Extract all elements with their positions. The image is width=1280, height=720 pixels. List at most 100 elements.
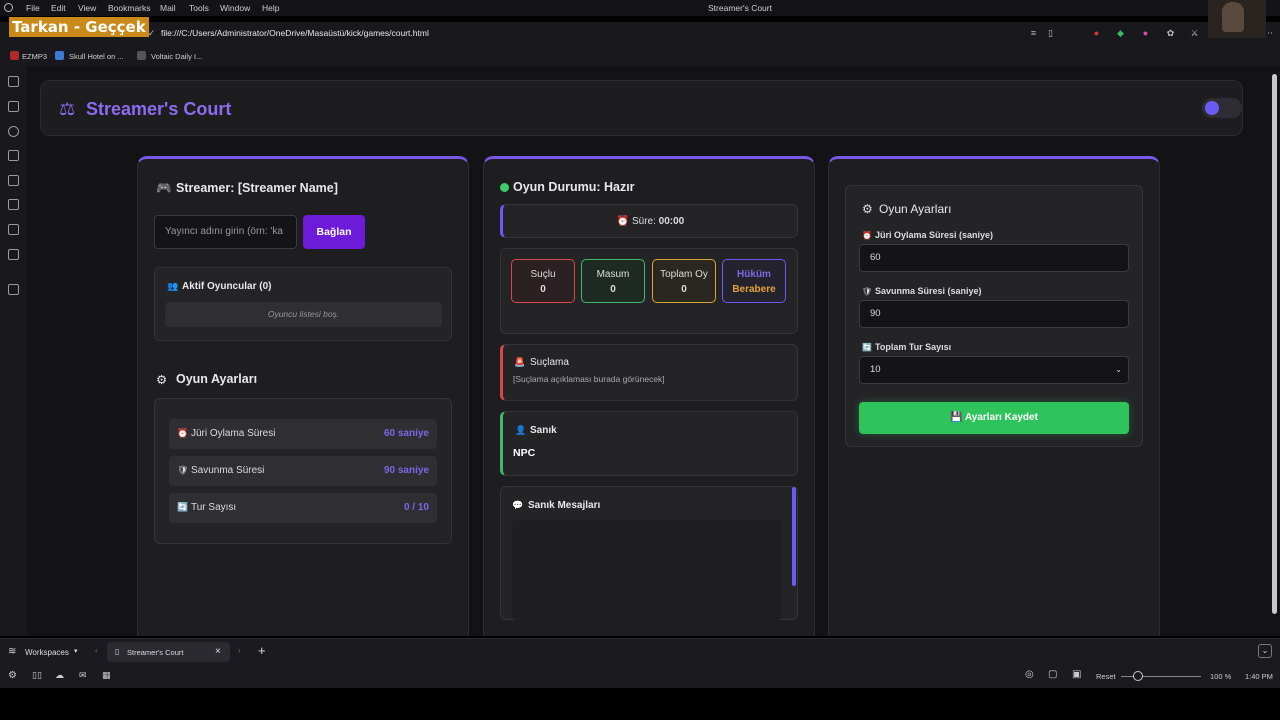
webcam-overlay <box>1208 0 1266 38</box>
menu-bar: File Edit View Bookmarks Mail Tools Wind… <box>0 0 1280 16</box>
tab-title: Streamer's Court <box>127 648 184 657</box>
user-icon: 👤 <box>515 425 527 435</box>
mail-icon[interactable] <box>8 249 19 260</box>
connect-button[interactable]: Bağlan <box>303 215 365 249</box>
translate-icon[interactable] <box>8 175 19 186</box>
rounds-label: Toplam Tur Sayısı <box>875 342 952 352</box>
chevron-down-icon[interactable]: ▾ <box>74 647 78 655</box>
extension-icon[interactable]: ● <box>1090 27 1103 40</box>
url-field[interactable]: file:///C:/Users/Administrator/OneDrive/… <box>161 28 429 38</box>
app-title: Streamer's Court <box>86 99 232 119</box>
cloud-icon[interactable]: ☁ <box>55 670 64 681</box>
stat-value: Berabere <box>732 284 776 295</box>
calendar-icon[interactable]: ▦ <box>102 670 111 681</box>
bookmark-skull-hotel[interactable]: Skull Hotel on ... <box>69 52 124 61</box>
extension-shield-icon[interactable]: ◆ <box>1114 27 1127 40</box>
tab-streamers-court[interactable]: ▯ Streamer's Court × <box>107 642 230 662</box>
save-settings-button[interactable]: 💾 Ayarları Kaydet <box>859 402 1129 434</box>
address-bar: ↻ ◌ ✓ file:///C:/Users/Administrator/One… <box>0 22 1280 46</box>
streamer-name-input[interactable]: Yayıncı adını girin (örn: 'ka <box>154 215 297 249</box>
bookmark-ezmp3[interactable]: EZMP3 <box>22 52 47 61</box>
panel-toggle-icon[interactable]: ▯▯ <box>32 670 42 681</box>
mail-icon[interactable]: ✉ <box>79 670 87 681</box>
setting-label: Jüri Oylama Süresi <box>191 428 276 439</box>
zoom-slider-handle[interactable] <box>1133 671 1143 681</box>
speech-bubble-icon: 💬 <box>512 500 524 510</box>
downloads-icon[interactable] <box>8 101 19 112</box>
shield-icon: 🛡 <box>862 287 873 296</box>
capture-icon[interactable]: ◎ <box>1025 669 1034 680</box>
rounds-select[interactable]: 10 ⌄ <box>859 356 1129 384</box>
tab-menu-icon[interactable]: ⌄ <box>1258 644 1272 658</box>
clock: 1:40 PM <box>1245 672 1273 681</box>
reader-icon[interactable]: ≡ <box>1027 27 1040 40</box>
chevron-left-icon[interactable]: ‹ <box>95 646 98 655</box>
stat-guilty: Suçlu 0 <box>511 259 575 303</box>
stat-value: 0 <box>610 284 616 295</box>
jury-time-input[interactable]: 60 <box>859 244 1129 272</box>
reading-list-icon[interactable] <box>8 199 19 210</box>
messages-scrollbar[interactable] <box>792 487 796 586</box>
app-header: ⚖ Streamer's Court <box>40 80 1243 136</box>
defense-time-input[interactable]: 90 <box>859 300 1129 328</box>
setting-value: 0 / 10 <box>403 502 429 513</box>
defendant-title: Sanık <box>530 425 557 436</box>
defendant-name: NPC <box>513 447 536 459</box>
shield-icon: 🛡 <box>177 465 189 475</box>
stat-label: Suçlu <box>530 269 556 280</box>
extension-icon-2[interactable]: ● <box>1139 27 1152 40</box>
accusation-text: [Suçlama açıklaması burada görünecek] <box>513 374 665 384</box>
settings-title: Oyun Ayarları <box>176 372 258 386</box>
extension-icon-4[interactable]: ⚔ <box>1188 27 1201 40</box>
repeat-icon: 🔄 <box>862 343 872 352</box>
toggle-knob <box>1205 101 1219 115</box>
bookmark-page-icon[interactable]: ▯ <box>1044 27 1057 40</box>
close-icon[interactable]: × <box>215 646 221 657</box>
game-status-title: Oyun Durumu: Hazır <box>513 180 635 194</box>
add-panel-icon[interactable] <box>8 284 19 295</box>
setting-value: 60 saniye <box>383 428 429 439</box>
settings-icon[interactable]: ⚙ <box>8 670 17 681</box>
gear-icon: ⚙ <box>862 202 873 216</box>
messages-list[interactable] <box>512 520 782 620</box>
status-bar: ⚙ ▯▯ ☁ ✉ ▦ ◎ ▢ ▣ Reset 100 % 1:40 PM <box>0 664 1280 688</box>
image-icon[interactable]: ▣ <box>1072 669 1081 680</box>
setting-label: Savunma Süresi <box>191 465 265 476</box>
streamer-title: Streamer: [Streamer Name] <box>176 181 338 195</box>
floppy-disk-icon: 💾 <box>950 412 963 423</box>
window-title: Streamer's Court <box>708 3 772 13</box>
stat-label: Toplam Oy <box>660 269 708 280</box>
tile-icon[interactable]: ▢ <box>1048 669 1057 680</box>
window-panel-icon[interactable] <box>8 224 19 235</box>
history-icon[interactable] <box>8 126 19 137</box>
rounds-value: 10 <box>870 364 881 375</box>
steam-icon <box>55 51 64 60</box>
letterbox-bar <box>0 688 1280 720</box>
page-scrollbar-thumb[interactable] <box>1272 74 1277 614</box>
zoom-reset-button[interactable]: Reset <box>1096 672 1116 681</box>
game-status-panel: Oyun Durumu: Hazır ⏰ Süre: 00:00 Suçlu 0… <box>483 156 815 636</box>
tab-bar: ≋ Workspaces ▾ ‹ ▯ Streamer's Court × › … <box>0 638 1280 664</box>
workspaces-button[interactable]: Workspaces <box>25 648 69 657</box>
bookmark-voltaic[interactable]: Voltaic Daily I... <box>151 52 202 61</box>
bookmarks-bar: EZMP3 Skull Hotel on ... Voltaic Daily I… <box>0 46 1280 66</box>
ezmp3-icon <box>10 51 19 60</box>
new-tab-icon[interactable]: + <box>258 643 266 658</box>
scales-icon: ⚖ <box>59 99 76 119</box>
theme-toggle[interactable] <box>1202 98 1242 118</box>
stat-verdict: Hüküm Berabere <box>722 259 786 303</box>
page-scrollbar[interactable] <box>1269 66 1280 636</box>
chevron-right-icon[interactable]: › <box>238 646 241 655</box>
voltaic-icon <box>137 51 146 60</box>
extension-icon-3[interactable]: ✿ <box>1164 27 1177 40</box>
save-settings-label: Ayarları Kaydet <box>964 412 1038 423</box>
notes-icon[interactable] <box>8 150 19 161</box>
users-icon: 👥 <box>167 281 179 291</box>
gear-icon: ⚙ <box>156 373 168 387</box>
status-dot-icon <box>500 183 509 192</box>
stat-value: 0 <box>540 284 546 295</box>
timer-card: ⏰ Süre: 00:00 <box>500 204 798 238</box>
setting-value: 90 saniye <box>383 465 429 476</box>
settings-form-title: Oyun Ayarları <box>879 202 952 216</box>
bookmarks-panel-icon[interactable] <box>8 76 19 87</box>
